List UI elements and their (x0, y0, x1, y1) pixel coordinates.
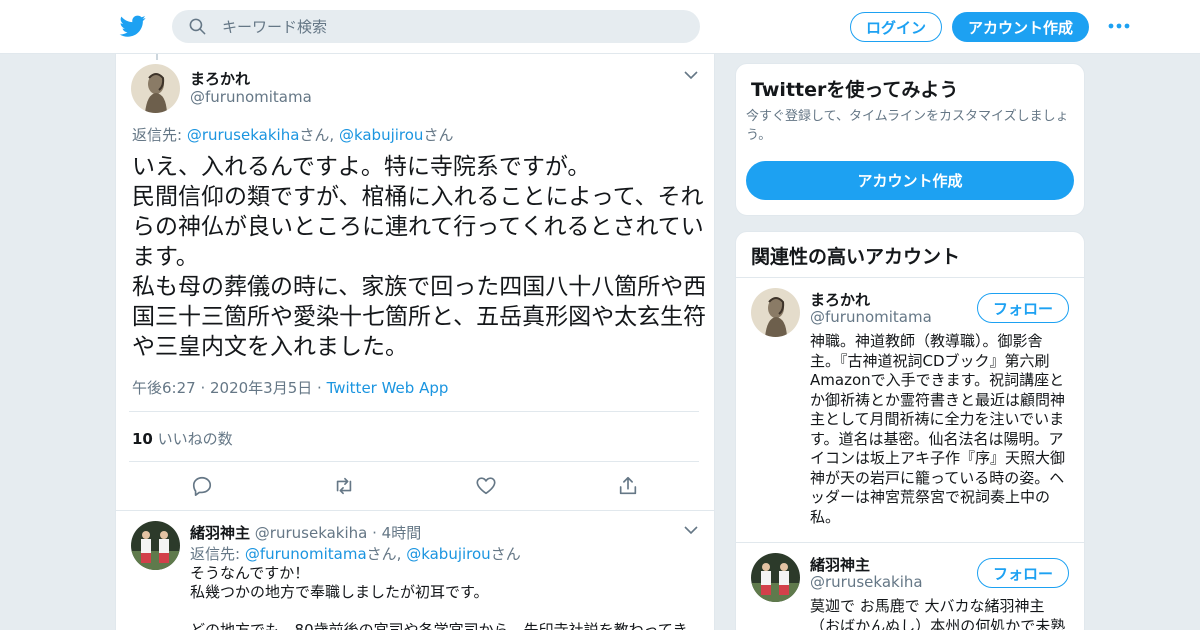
account-bio: 神職。神道教師（教導職）。御影舎主。『古神道祝詞CDブック』第六刷Amazonで… (810, 332, 1066, 526)
tweet-column: まろかれ @furunomitama 返信先: @rurusekakihaさん,… (115, 54, 715, 630)
thread-connector (156, 54, 158, 60)
reply-prefix: 返信先: (132, 126, 187, 144)
reply-to-line: 返信先: @rurusekakihaさん, @kabujirouさん (132, 124, 453, 145)
mention-link[interactable]: @kabujirou (406, 545, 491, 563)
like-heart-icon[interactable] (475, 475, 497, 497)
reply-header: 緒羽神主 @rurusekakiha · 4時間 (190, 522, 421, 543)
tweet-source-link[interactable]: Twitter Web App (327, 379, 449, 397)
author-name[interactable]: まろかれ (190, 68, 250, 89)
related-accounts-title: 関連性の高いアカウント (751, 246, 961, 268)
search-icon (189, 18, 206, 35)
account-handle[interactable]: @furunomitama (810, 308, 932, 326)
top-bar: ログイン アカウント作成 (0, 0, 1200, 54)
twitter-bird-icon[interactable] (119, 13, 147, 39)
follow-button[interactable]: フォロー (977, 293, 1069, 323)
chevron-down-icon[interactable] (684, 70, 698, 80)
signup-button[interactable]: アカウント作成 (952, 12, 1089, 42)
account-item[interactable]: 緒羽神主 @rurusekakiha フォロー 莫迦で お馬鹿で 大バカな緒羽神… (736, 542, 1084, 630)
meta-separator: · (312, 379, 327, 397)
reply-suffix: さん (490, 545, 521, 563)
reply-tweet[interactable]: 緒羽神主 @rurusekakiha · 4時間 返信先: @furunomit… (116, 510, 714, 630)
reply-to-line: 返信先: @furunomitamaさん, @kabujirouさん (190, 543, 521, 564)
chevron-down-icon[interactable] (684, 525, 698, 535)
signup-card: Twitterを使ってみよう 今すぐ登録して、タイムラインをカスタマイズしましょ… (735, 63, 1085, 216)
tweet-text: いえ、入れるんですよ。特に寺院系ですが。 民間信仰の類ですが、棺桶に入れることに… (132, 154, 707, 360)
avatar[interactable] (751, 288, 800, 337)
likes-label: いいねの数 (152, 430, 233, 448)
likes-number: 10 (132, 430, 153, 448)
signup-card-title: Twitterを使ってみよう (751, 79, 959, 101)
account-item[interactable]: まろかれ @furunomitama フォロー 神職。神道教師（教導職）。御影舎… (736, 277, 1084, 542)
reply-suffix: さん, (366, 545, 407, 563)
divider (129, 411, 699, 412)
account-bio: 莫迦で お馬鹿で 大バカな緒羽神主（おばかんぬし）本州の何処かで未熟 (810, 597, 1066, 630)
search-input[interactable] (222, 10, 682, 43)
login-button[interactable]: ログイン (850, 12, 942, 42)
signup-card-subtitle: 今すぐ登録して、タイムラインをカスタマイズしましょう。 (746, 109, 1069, 143)
mention-link[interactable]: @rurusekakiha (187, 126, 300, 144)
signup-card-button[interactable]: アカウント作成 (746, 161, 1074, 200)
reply-suffix: さん, (299, 126, 339, 144)
account-name[interactable]: まろかれ (810, 289, 870, 310)
follow-button[interactable]: フォロー (977, 558, 1069, 588)
reply-author-handle[interactable]: @rurusekakiha (255, 524, 368, 542)
related-accounts-card: 関連性の高いアカウント まろかれ @furunomitama フォロー 神職。神… (735, 231, 1085, 630)
tweet-meta: 午後6:27 · 2020年3月5日 · Twitter Web App (132, 377, 448, 398)
reply-icon[interactable] (191, 475, 213, 497)
reply-author-name[interactable]: 緒羽神主 (190, 524, 250, 542)
author-handle[interactable]: @furunomitama (190, 88, 312, 106)
share-icon[interactable] (617, 475, 639, 497)
meta-separator: · (367, 524, 382, 542)
mention-link[interactable]: @kabujirou (339, 126, 424, 144)
avatar[interactable] (751, 553, 800, 602)
avatar[interactable] (131, 64, 180, 113)
avatar[interactable] (131, 521, 180, 570)
divider (129, 461, 699, 462)
more-icon[interactable] (1108, 23, 1130, 29)
account-name[interactable]: 緒羽神主 (810, 554, 870, 575)
mention-link[interactable]: @furunomitama (245, 545, 367, 563)
likes-count[interactable]: 10 いいねの数 (132, 428, 233, 449)
retweet-icon[interactable] (333, 475, 355, 497)
reply-time[interactable]: 4時間 (382, 524, 422, 542)
account-handle[interactable]: @rurusekakiha (810, 573, 923, 591)
reply-prefix: 返信先: (190, 545, 245, 563)
search-box[interactable] (172, 10, 700, 43)
reply-suffix: さん (423, 126, 454, 144)
tweet-timestamp[interactable]: 午後6:27 · 2020年3月5日 (132, 379, 312, 397)
reply-text: そうなんですか！ 私幾つかの地方で奉職しましたが初耳です。 どの地方でも、80歳… (190, 564, 688, 630)
